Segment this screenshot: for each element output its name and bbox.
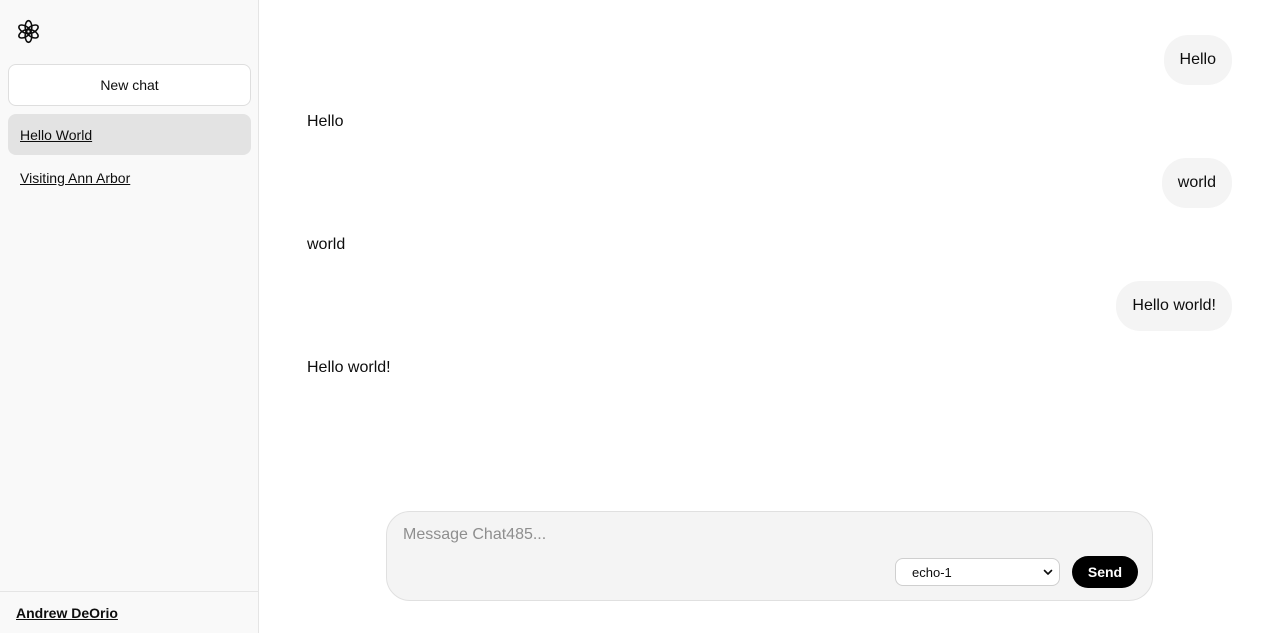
message-input[interactable] <box>403 526 1003 544</box>
new-chat-button[interactable]: New chat <box>8 64 251 106</box>
user-message: Hello world! <box>1116 281 1232 331</box>
openai-logo-icon[interactable] <box>16 19 41 44</box>
model-select-value: echo-1 <box>912 564 952 580</box>
chat-main: Hello Hello world world Hello world! Hel… <box>259 0 1280 633</box>
message-list: Hello Hello world world Hello world! Hel… <box>307 35 1232 404</box>
assistant-message: Hello <box>307 113 344 130</box>
send-button[interactable]: Send <box>1072 556 1138 588</box>
assistant-message: world <box>307 236 346 253</box>
user-message: world <box>1161 158 1232 208</box>
user-message-row: Hello world! <box>307 281 1232 332</box>
app: New chat Hello World Visiting Ann Arbor … <box>0 0 1280 633</box>
chat-list: Hello World Visiting Ann Arbor <box>8 114 251 200</box>
chevron-down-icon <box>1043 567 1053 577</box>
assistant-message: Hello world! <box>307 359 391 376</box>
chat-item-hello-world[interactable]: Hello World <box>8 114 251 155</box>
user-message-row: Hello <box>307 35 1232 86</box>
message-composer: echo-1 Send <box>386 511 1153 601</box>
user-profile-link[interactable]: Andrew DeOrio <box>0 591 258 633</box>
user-message: Hello <box>1163 35 1232 85</box>
chat-item-visiting-ann-arbor[interactable]: Visiting Ann Arbor <box>8 157 251 198</box>
model-select[interactable]: echo-1 <box>895 558 1060 586</box>
user-message-row: world <box>307 158 1232 209</box>
sidebar: New chat Hello World Visiting Ann Arbor … <box>0 0 259 633</box>
